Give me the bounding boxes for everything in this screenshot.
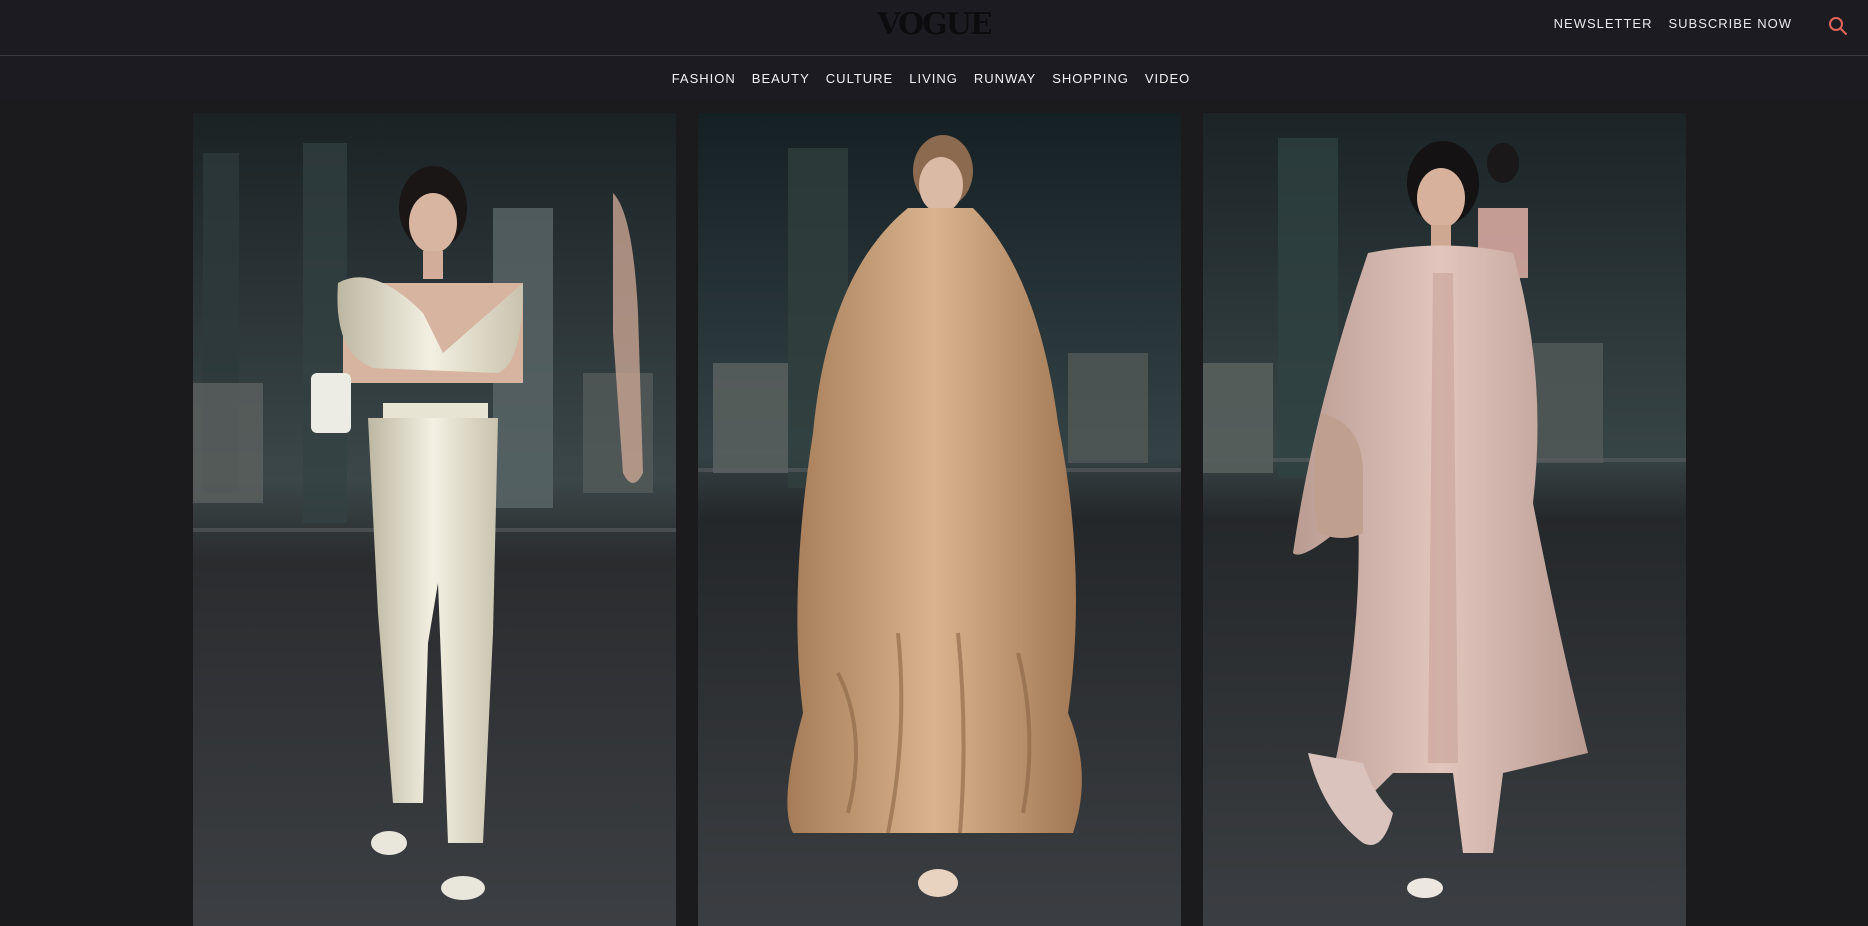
newsletter-link[interactable]: NEWSLETTER — [1554, 16, 1653, 32]
nav-item-culture[interactable]: CULTURE — [826, 71, 893, 87]
nav-item-beauty[interactable]: BEAUTY — [752, 71, 810, 87]
runway-photo-1[interactable] — [193, 113, 676, 926]
runway-image-camel-fur — [698, 113, 1181, 926]
main-nav: FASHION BEAUTY CULTURE LIVING RUNWAY SHO… — [0, 57, 1868, 100]
nav-item-living[interactable]: LIVING — [909, 71, 958, 87]
runway-photo-2[interactable] — [698, 113, 1181, 926]
runway-image-blush-coat — [1203, 113, 1686, 926]
search-icon[interactable] — [1826, 14, 1850, 38]
subscribe-link[interactable]: SUBSCRIBE NOW — [1668, 16, 1792, 32]
runway-photo-3[interactable] — [1203, 113, 1686, 926]
nav-list: FASHION BEAUTY CULTURE LIVING RUNWAY SHO… — [672, 71, 1191, 87]
nav-item-fashion[interactable]: FASHION — [672, 71, 736, 87]
site-header: VOGUE NEWSLETTER SUBSCRIBE NOW — [0, 0, 1868, 56]
nav-item-video[interactable]: VIDEO — [1145, 71, 1190, 87]
header-links: NEWSLETTER SUBSCRIBE NOW — [1554, 16, 1792, 32]
runway-gallery — [193, 113, 1686, 926]
nav-item-runway[interactable]: RUNWAY — [974, 71, 1036, 87]
nav-item-shopping[interactable]: SHOPPING — [1052, 71, 1129, 87]
runway-image-ivory-satin — [193, 113, 676, 926]
